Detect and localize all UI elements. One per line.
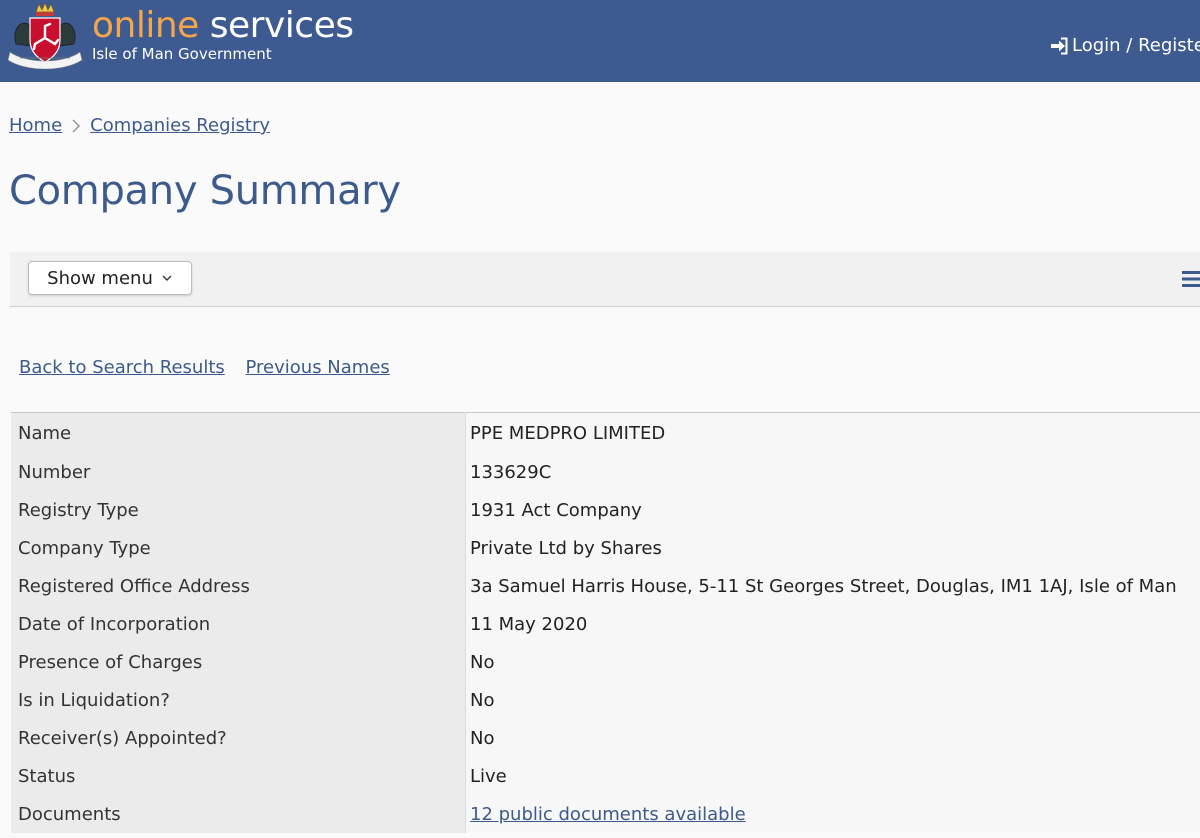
table-row: Registered Office Address 3a Samuel Harr… <box>11 567 1200 605</box>
action-links: Back to Search Results Previous Names <box>19 357 405 378</box>
row-label-company-type: Company Type <box>11 529 466 567</box>
row-value-documents: 12 public documents available <box>465 795 1200 833</box>
row-value-company-type: Private Ltd by Shares <box>465 529 1200 567</box>
row-label-name: Name <box>11 412 466 453</box>
row-label-status: Status <box>11 757 466 795</box>
row-label-presence-of-charges: Presence of Charges <box>11 643 466 681</box>
brand-logo[interactable]: online services Isle of Man Government <box>92 5 354 63</box>
row-label-date-of-incorporation: Date of Incorporation <box>11 605 466 643</box>
breadcrumb-companies-registry-link[interactable]: Companies Registry <box>90 115 270 136</box>
table-row: Presence of Charges No <box>11 643 1200 681</box>
breadcrumb-home-link[interactable]: Home <box>9 115 62 136</box>
table-row: Name PPE MEDPRO LIMITED <box>11 412 1200 453</box>
row-label-documents: Documents <box>11 795 466 833</box>
row-value-registry-type: 1931 Act Company <box>465 491 1200 529</box>
isle-of-man-crest-icon <box>7 2 83 70</box>
row-value-presence-of-charges: No <box>465 643 1200 681</box>
row-value-name: PPE MEDPRO LIMITED <box>465 412 1200 453</box>
table-row: Status Live <box>11 757 1200 795</box>
show-menu-button[interactable]: Show menu <box>28 261 192 295</box>
company-details-table: Name PPE MEDPRO LIMITED Number 133629C R… <box>11 412 1200 833</box>
row-label-is-in-liquidation: Is in Liquidation? <box>11 681 466 719</box>
table-row: Is in Liquidation? No <box>11 681 1200 719</box>
chevron-right-icon <box>62 118 90 134</box>
row-label-number: Number <box>11 453 466 491</box>
row-label-receivers-appointed: Receiver(s) Appointed? <box>11 719 466 757</box>
row-value-is-in-liquidation: No <box>465 681 1200 719</box>
page-title: Company Summary <box>9 168 401 214</box>
table-row: Receiver(s) Appointed? No <box>11 719 1200 757</box>
back-to-search-results-link[interactable]: Back to Search Results <box>19 357 225 378</box>
row-value-registered-office-address: 3a Samuel Harris House, 5-11 St Georges … <box>465 567 1200 605</box>
row-label-registry-type: Registry Type <box>11 491 466 529</box>
chevron-down-icon <box>162 275 172 281</box>
hamburger-menu-icon[interactable] <box>1182 270 1200 288</box>
table-row: Registry Type 1931 Act Company <box>11 491 1200 529</box>
login-register-link[interactable]: Login / Registe <box>1050 35 1200 56</box>
table-row: Date of Incorporation 11 May 2020 <box>11 605 1200 643</box>
brand-online-text: online <box>92 5 199 46</box>
public-documents-link[interactable]: 12 public documents available <box>470 804 746 825</box>
row-value-number: 133629C <box>465 453 1200 491</box>
show-menu-label: Show menu <box>47 267 153 289</box>
menu-bar: Show menu <box>10 252 1200 307</box>
sign-in-icon <box>1051 37 1068 54</box>
brand-subtitle: Isle of Man Government <box>92 45 272 63</box>
row-value-receivers-appointed: No <box>465 719 1200 757</box>
login-register-label: Login / Registe <box>1072 35 1200 56</box>
brand-services-text: services <box>209 5 354 46</box>
previous-names-link[interactable]: Previous Names <box>246 357 390 378</box>
row-value-date-of-incorporation: 11 May 2020 <box>465 605 1200 643</box>
breadcrumb: Home Companies Registry <box>9 115 270 136</box>
table-row: Number 133629C <box>11 453 1200 491</box>
row-label-registered-office-address: Registered Office Address <box>11 567 466 605</box>
row-value-status: Live <box>465 757 1200 795</box>
table-row: Documents 12 public documents available <box>11 795 1200 833</box>
top-header-bar: online services Isle of Man Government L… <box>0 0 1200 82</box>
table-row: Company Type Private Ltd by Shares <box>11 529 1200 567</box>
